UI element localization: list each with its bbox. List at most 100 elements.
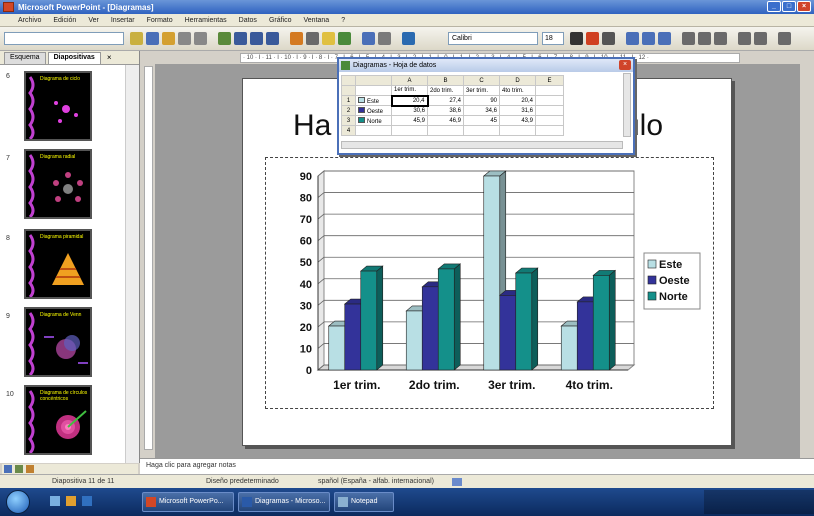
menu-herramientas[interactable]: Herramientas (183, 17, 229, 24)
row-label-cell[interactable]: Oeste (355, 105, 392, 116)
slide-thumbnail[interactable]: Diagrama de Venn (24, 307, 92, 377)
column-letter[interactable]: E (535, 75, 564, 86)
tab-slides[interactable]: Diapositivas (47, 52, 101, 64)
bold-icon[interactable] (570, 32, 583, 45)
thousands-icon[interactable] (714, 32, 727, 45)
cell[interactable]: 30,6 (391, 105, 428, 116)
system-tray[interactable] (704, 490, 814, 514)
chart-type-icon[interactable] (290, 32, 303, 45)
fill-color-icon[interactable] (362, 32, 375, 45)
cell[interactable]: 45,9 (391, 115, 428, 126)
cell[interactable] (535, 115, 564, 126)
italic-icon[interactable] (586, 32, 599, 45)
maximize-button[interactable]: □ (782, 1, 796, 12)
tab-outline[interactable]: Esquema (4, 52, 46, 64)
datasheet-horizontal-scrollbar[interactable] (341, 141, 623, 149)
menu-datos[interactable]: Datos (237, 17, 259, 24)
browser-icon[interactable] (82, 496, 92, 506)
percent-icon[interactable] (698, 32, 711, 45)
row-label-cell[interactable]: Norte (355, 115, 392, 126)
row-number[interactable]: 2 (341, 105, 356, 116)
cell[interactable] (355, 125, 392, 136)
cell[interactable] (535, 125, 564, 136)
increase-decimal-icon[interactable] (738, 32, 751, 45)
row-number[interactable]: 1 (341, 95, 356, 106)
notes-pane[interactable]: Haga clic para agregar notas (140, 458, 814, 474)
datasheet-vertical-scrollbar[interactable] (623, 73, 631, 137)
gridlines-icon[interactable] (306, 32, 319, 45)
cell[interactable]: 27,4 (427, 95, 464, 106)
cell[interactable]: 34,6 (463, 105, 500, 116)
cell[interactable] (391, 125, 428, 136)
column-header-cell[interactable]: 2do trim. (427, 85, 464, 96)
align-left-icon[interactable] (626, 32, 639, 45)
menu-ayuda[interactable]: ? (339, 17, 347, 24)
align-center-icon[interactable] (642, 32, 655, 45)
cut-icon[interactable] (130, 32, 143, 45)
slide-title-partial-left[interactable]: Ha (293, 109, 331, 143)
currency-icon[interactable] (682, 32, 695, 45)
cell[interactable]: 45 (463, 115, 500, 126)
font-size-select[interactable]: 18 (542, 32, 564, 45)
cell[interactable] (499, 125, 536, 136)
cell[interactable]: 46,9 (427, 115, 464, 126)
copy-icon[interactable] (146, 32, 159, 45)
datasheet-close-button[interactable]: × (619, 60, 631, 70)
menu-ver[interactable]: Ver (86, 17, 101, 24)
row-label-cell[interactable]: Este (355, 95, 392, 106)
normal-view-icon[interactable] (4, 465, 12, 473)
cell[interactable] (535, 85, 564, 96)
font-name-select[interactable]: Calibri (448, 32, 538, 45)
column-letter[interactable]: C (463, 75, 500, 86)
cell[interactable] (427, 125, 464, 136)
slideshow-icon[interactable] (26, 465, 34, 473)
column-letter[interactable]: A (391, 75, 428, 86)
column-chart[interactable]: 0 10 20 30 40 50 60 70 80 90 1er trim. 2do trim. 3er… (266, 158, 715, 410)
align-right-icon[interactable] (658, 32, 671, 45)
menu-grafico[interactable]: Gráfico (267, 17, 294, 24)
start-button[interactable] (6, 490, 30, 514)
cell[interactable]: 90 (463, 95, 500, 106)
minimize-button[interactable]: _ (767, 1, 781, 12)
cell[interactable] (463, 125, 500, 136)
zoom-icon[interactable] (378, 32, 391, 45)
cell[interactable] (355, 85, 392, 96)
data-table-icon[interactable] (338, 32, 351, 45)
slide-thumbnail[interactable]: Diagrama radial (24, 149, 92, 219)
menu-formato[interactable]: Formato (145, 17, 175, 24)
slide-thumbnail[interactable]: Diagrama de círculos concéntricos (24, 385, 92, 455)
pane-close-icon[interactable]: × (107, 52, 112, 64)
datasheet-title-bar[interactable]: Diagramas - Hoja de datos × (339, 59, 633, 72)
column-header-cell[interactable]: 1er trim. (391, 85, 428, 96)
taskbar-item-notepad[interactable]: Notepad (334, 492, 394, 512)
cell[interactable]: 20,4 (499, 95, 536, 106)
by-row-icon[interactable] (250, 32, 263, 45)
close-button[interactable]: × (797, 1, 811, 12)
by-column-icon[interactable] (266, 32, 279, 45)
cell[interactable] (535, 95, 564, 106)
row-number[interactable] (341, 85, 356, 96)
column-header-cell[interactable]: 4to trim. (499, 85, 536, 96)
slide-sorter-icon[interactable] (15, 465, 23, 473)
taskbar-item-document[interactable]: Diagramas - Microso... (238, 492, 330, 512)
column-letter[interactable]: B (427, 75, 464, 86)
view-datasheet-icon[interactable] (234, 32, 247, 45)
cell[interactable]: 31,6 (499, 105, 536, 116)
cell[interactable]: 38,6 (427, 105, 464, 116)
cell[interactable]: 43,9 (499, 115, 536, 126)
column-letter[interactable]: D (499, 75, 536, 86)
menu-archivo[interactable]: Archivo (16, 17, 43, 24)
angle-text-icon[interactable] (778, 32, 791, 45)
menu-insertar[interactable]: Insertar (109, 17, 137, 24)
underline-icon[interactable] (602, 32, 615, 45)
undo-icon[interactable] (178, 32, 191, 45)
legend-icon[interactable] (322, 32, 335, 45)
slide-thumbnail[interactable]: Diagrama piramidal (24, 229, 92, 299)
toolbar-selector[interactable] (4, 32, 124, 45)
folder-icon[interactable] (66, 496, 76, 506)
label-column-header[interactable] (355, 75, 392, 86)
redo-icon[interactable] (194, 32, 207, 45)
column-header-cell[interactable]: 3er trim. (463, 85, 500, 96)
corner-cell[interactable] (341, 75, 356, 86)
paste-icon[interactable] (162, 32, 175, 45)
